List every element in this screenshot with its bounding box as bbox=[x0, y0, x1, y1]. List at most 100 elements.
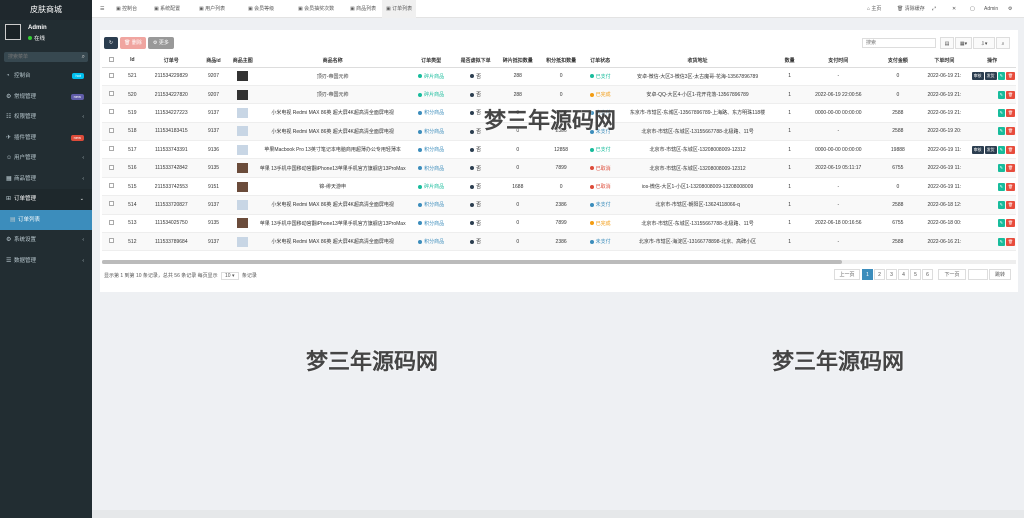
header-cell[interactable]: Id bbox=[121, 54, 144, 68]
settings-icon[interactable]: ⚙ bbox=[1008, 0, 1012, 18]
sidebar-item[interactable]: ◔ 控制台 hot bbox=[0, 66, 92, 87]
delete-icon[interactable]: 🗑 bbox=[1005, 145, 1015, 154]
search-icon[interactable]: ⌕ bbox=[82, 54, 85, 61]
edit-icon[interactable]: ✎ bbox=[997, 145, 1005, 154]
header-cell[interactable]: 操作 bbox=[968, 54, 1016, 68]
tab[interactable]: ▣ 会员等级 bbox=[244, 0, 278, 18]
edit-icon[interactable]: ✎ bbox=[997, 182, 1005, 191]
page-button[interactable]: 4 bbox=[898, 269, 909, 280]
header-cell[interactable]: 支付金额 bbox=[875, 54, 921, 68]
delete-icon[interactable]: 🗑 bbox=[1005, 108, 1015, 117]
table-row[interactable]: 517 111533743391 9136 苹果Macbook Pro 13英寸笔记本… bbox=[102, 140, 1016, 160]
table-row[interactable]: 514 111533720827 9137 小米电视 Redmi MAX 86英 超大… bbox=[102, 195, 1016, 215]
row-checkbox[interactable] bbox=[109, 109, 115, 115]
row-checkbox[interactable] bbox=[109, 91, 115, 97]
row-checkbox[interactable] bbox=[109, 201, 115, 207]
header-cell[interactable]: 碎片抵扣数量 bbox=[496, 54, 540, 68]
header-cell[interactable]: 是否虚拟下单 bbox=[455, 54, 497, 68]
sidebar-item[interactable]: ▤ 订单列表 bbox=[0, 209, 92, 230]
sidebar-item[interactable]: ☰ 数据管理 ‹ bbox=[0, 251, 92, 272]
product-thumbnail[interactable] bbox=[237, 163, 249, 174]
header-cell[interactable]: 支付时间 bbox=[801, 54, 876, 68]
clear-cache-link[interactable]: 🗑 清除缓存 bbox=[897, 0, 925, 18]
edit-icon[interactable]: ✎ bbox=[997, 200, 1005, 209]
delete-icon[interactable]: 🗑 bbox=[1005, 127, 1015, 136]
row-checkbox[interactable] bbox=[109, 72, 115, 78]
table-row[interactable]: 515 211533742553 9151 锦-绯天游申 碎片商品否 1688 0 已取消 io… bbox=[102, 177, 1016, 197]
delete-icon[interactable]: 🗑 bbox=[1005, 90, 1015, 99]
tab[interactable]: ▣ 用户列表 bbox=[195, 0, 229, 18]
search-toggle-icon[interactable]: ⌕ bbox=[996, 37, 1010, 49]
delete-icon[interactable]: 🗑 bbox=[1005, 164, 1015, 173]
edit-icon[interactable]: ✎ bbox=[997, 219, 1005, 228]
edit-icon[interactable]: ✎ bbox=[997, 164, 1005, 173]
table-row[interactable]: 521 211534229829 9207 顶刃-帝国元帅 碎片商品否 288 0 已支付 安卓… bbox=[102, 67, 1016, 86]
edit-icon[interactable]: ✎ bbox=[997, 90, 1005, 99]
page-button[interactable]: 6 bbox=[922, 269, 933, 280]
edit-icon[interactable]: ✎ bbox=[997, 127, 1005, 136]
delete-icon[interactable]: 🗑 bbox=[1005, 72, 1015, 81]
delete-button[interactable]: 🗑 删除 bbox=[120, 37, 146, 49]
product-thumbnail[interactable] bbox=[237, 71, 249, 82]
delete-icon[interactable]: 🗑 bbox=[1005, 182, 1015, 191]
row-checkbox[interactable] bbox=[109, 127, 115, 133]
header-cell[interactable]: 订单类型 bbox=[407, 54, 455, 68]
tab[interactable]: ▣ 控制台 bbox=[112, 0, 141, 18]
jump-page-input[interactable] bbox=[968, 269, 988, 280]
row-action-button[interactable]: 发货 bbox=[984, 145, 997, 154]
row-checkbox[interactable] bbox=[109, 183, 115, 189]
table-row[interactable]: 513 111534025750 9135 苹果 13手机中国移动官翻iPhone13… bbox=[102, 214, 1016, 234]
page-button[interactable]: 2 bbox=[874, 269, 885, 280]
sidebar-search-input[interactable] bbox=[4, 52, 74, 62]
header-cell[interactable]: 商品主图 bbox=[227, 54, 258, 68]
header-cell[interactable]: 积分抵扣数量 bbox=[539, 54, 583, 68]
row-checkbox[interactable] bbox=[109, 164, 115, 170]
toggle-view-icon[interactable]: ▤ bbox=[940, 37, 954, 49]
row-checkbox[interactable] bbox=[109, 238, 115, 244]
page-size-select[interactable]: 10 ▾ bbox=[221, 272, 239, 280]
product-thumbnail[interactable] bbox=[237, 218, 249, 229]
product-thumbnail[interactable] bbox=[237, 89, 249, 100]
product-thumbnail[interactable] bbox=[237, 236, 249, 247]
scrollbar-thumb[interactable] bbox=[102, 260, 842, 264]
table-row[interactable]: 512 111533789684 9137 小米电视 Redmi MAX 86英 超大… bbox=[102, 232, 1016, 252]
edit-icon[interactable]: ✎ bbox=[997, 72, 1005, 81]
select-all-checkbox[interactable] bbox=[109, 56, 115, 62]
page-button[interactable]: 1 bbox=[862, 269, 873, 280]
home-link[interactable]: ⌂ 主页 bbox=[867, 0, 881, 18]
product-thumbnail[interactable] bbox=[237, 144, 249, 155]
header-cell[interactable]: 数量 bbox=[777, 54, 802, 68]
admin-label[interactable]: Admin bbox=[984, 0, 998, 18]
sidebar-item[interactable]: ✈ 插件管理 new bbox=[0, 128, 92, 149]
user-avatar-small[interactable]: ▢ bbox=[970, 0, 975, 18]
tab[interactable]: ▣ 系统配置 bbox=[150, 0, 184, 18]
row-checkbox[interactable] bbox=[109, 219, 115, 225]
export-icon[interactable]: ⇩▾ bbox=[973, 37, 995, 49]
header-cell[interactable]: 下单时间 bbox=[920, 54, 969, 68]
row-action-button[interactable]: 发货 bbox=[984, 72, 997, 81]
header-cell[interactable]: 收货地址 bbox=[617, 54, 778, 68]
product-thumbnail[interactable] bbox=[237, 199, 249, 210]
edit-icon[interactable]: ✎ bbox=[997, 237, 1005, 246]
edit-icon[interactable]: ✎ bbox=[997, 108, 1005, 117]
page-button[interactable]: 5 bbox=[910, 269, 921, 280]
table-search-input[interactable] bbox=[862, 38, 936, 48]
product-thumbnail[interactable] bbox=[237, 126, 249, 137]
sidebar-item[interactable]: ☺ 用户管理 ‹ bbox=[0, 148, 92, 169]
sidebar-item[interactable]: ⚙ 系统设置 ‹ bbox=[0, 230, 92, 251]
horizontal-scrollbar[interactable] bbox=[102, 260, 1016, 264]
table-row[interactable]: 516 111533742842 9135 苹果 13手机中国移动官翻iPhone13… bbox=[102, 158, 1016, 178]
refresh-button[interactable]: ↻ bbox=[104, 37, 118, 49]
sidebar-item[interactable]: ☷ 权限管理 ‹ bbox=[0, 107, 92, 128]
sidebar-item[interactable]: ⊞ 订单管理 ⌄ bbox=[0, 189, 92, 210]
page-button[interactable]: 3 bbox=[886, 269, 897, 280]
columns-icon[interactable]: ▦▾ bbox=[955, 37, 972, 49]
delete-icon[interactable]: 🗑 bbox=[1005, 200, 1015, 209]
tab[interactable]: ▣ 商品列表 bbox=[346, 0, 380, 18]
header-cell[interactable]: 商品名称 bbox=[257, 54, 408, 68]
fullscreen-icon[interactable]: ⤢ bbox=[932, 0, 936, 18]
tab[interactable]: ▣ 订单列表 bbox=[382, 0, 417, 18]
next-page-button[interactable]: 下一页 bbox=[938, 269, 966, 280]
product-thumbnail[interactable] bbox=[237, 181, 249, 192]
header-cell[interactable]: 商品id bbox=[199, 54, 228, 68]
